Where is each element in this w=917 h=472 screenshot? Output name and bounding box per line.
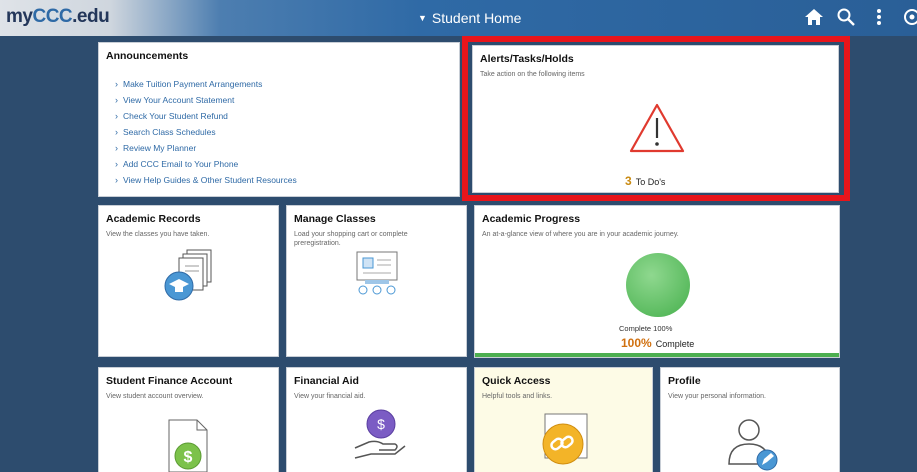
svg-text:$: $ <box>184 449 193 466</box>
dollar-document-icon: $ <box>163 416 213 472</box>
tile-title: Profile <box>668 375 701 387</box>
coin-hand-icon: $ <box>349 408 409 469</box>
tile-title: Academic Progress <box>482 213 581 225</box>
tile-description: View the classes you have taken. <box>106 231 210 238</box>
tile-title: Manage Classes <box>294 213 376 225</box>
transcript-icon <box>161 248 221 309</box>
link-tuition-payment[interactable]: Make Tuition Payment Arrangements <box>115 76 297 92</box>
announcement-links: Make Tuition Payment Arrangements View Y… <box>115 76 297 188</box>
page-title-menu[interactable]: ▼ Student Home <box>418 10 521 26</box>
link-student-refund[interactable]: Check Your Student Refund <box>115 108 297 124</box>
tile-description: View student account overview. <box>106 393 204 400</box>
tile-title: Student Finance Account <box>106 375 233 387</box>
more-vert-icon[interactable] <box>869 7 889 27</box>
site-logo[interactable]: myCCC.edu <box>6 6 110 28</box>
alerts-highlight-box <box>462 36 850 201</box>
logo-suffix: .edu <box>72 6 110 27</box>
progress-label: Complete <box>655 339 695 349</box>
logo-prefix: my <box>6 6 33 27</box>
tile-manage-classes[interactable]: Manage Classes Load your shopping cart o… <box>286 205 467 357</box>
tile-academic-records[interactable]: Academic Records View the classes you ha… <box>98 205 279 357</box>
home-icon[interactable] <box>804 7 824 27</box>
tile-description: View your financial aid. <box>294 393 366 400</box>
link-ccc-email[interactable]: Add CCC Email to Your Phone <box>115 156 297 172</box>
progress-accent-bar <box>475 353 839 357</box>
progress-chart-label: Complete 100% <box>619 324 673 333</box>
search-icon[interactable] <box>836 7 856 27</box>
tile-academic-progress[interactable]: Academic Progress An at-a-glance view of… <box>474 205 840 358</box>
progress-pie-chart <box>625 252 691 323</box>
progress-percent: 100% <box>621 336 652 350</box>
tile-description: An at-a-glance view of where you are in … <box>482 231 679 238</box>
link-my-planner[interactable]: Review My Planner <box>115 140 297 156</box>
tile-title: Financial Aid <box>294 375 359 387</box>
link-class-schedules[interactable]: Search Class Schedules <box>115 124 297 140</box>
progress-summary: 100% Complete <box>621 336 694 350</box>
tile-announcements: Announcements Make Tuition Payment Arran… <box>98 42 460 197</box>
tile-description: View your personal information. <box>668 393 766 400</box>
tile-description: Load your shopping cart or complete prer… <box>294 231 408 247</box>
tile-title: Quick Access <box>482 375 551 387</box>
tile-description: Helpful tools and links. <box>482 393 553 400</box>
link-help-guides[interactable]: View Help Guides & Other Student Resourc… <box>115 172 297 188</box>
header-bar: myCCC.edu ▼ Student Home <box>0 0 917 36</box>
tile-financial-aid[interactable]: Financial Aid View your financial aid. $ <box>286 367 467 472</box>
link-icon <box>537 410 593 471</box>
caret-down-icon: ▼ <box>418 13 427 23</box>
page-title: Student Home <box>431 10 522 26</box>
tile-title: Announcements <box>106 50 189 62</box>
link-account-statement[interactable]: View Your Account Statement <box>115 92 297 108</box>
tile-profile[interactable]: Profile View your personal information. <box>660 367 840 472</box>
tile-student-finance[interactable]: Student Finance Account View student acc… <box>98 367 279 472</box>
tile-quick-access[interactable]: Quick Access Helpful tools and links. <box>474 367 653 472</box>
class-schedule-icon <box>349 248 405 303</box>
navbar-icon[interactable] <box>902 7 917 27</box>
logo-accent: CCC <box>32 6 73 27</box>
profile-edit-icon <box>725 416 781 472</box>
svg-text:$: $ <box>377 416 385 432</box>
tile-title: Academic Records <box>106 213 201 225</box>
